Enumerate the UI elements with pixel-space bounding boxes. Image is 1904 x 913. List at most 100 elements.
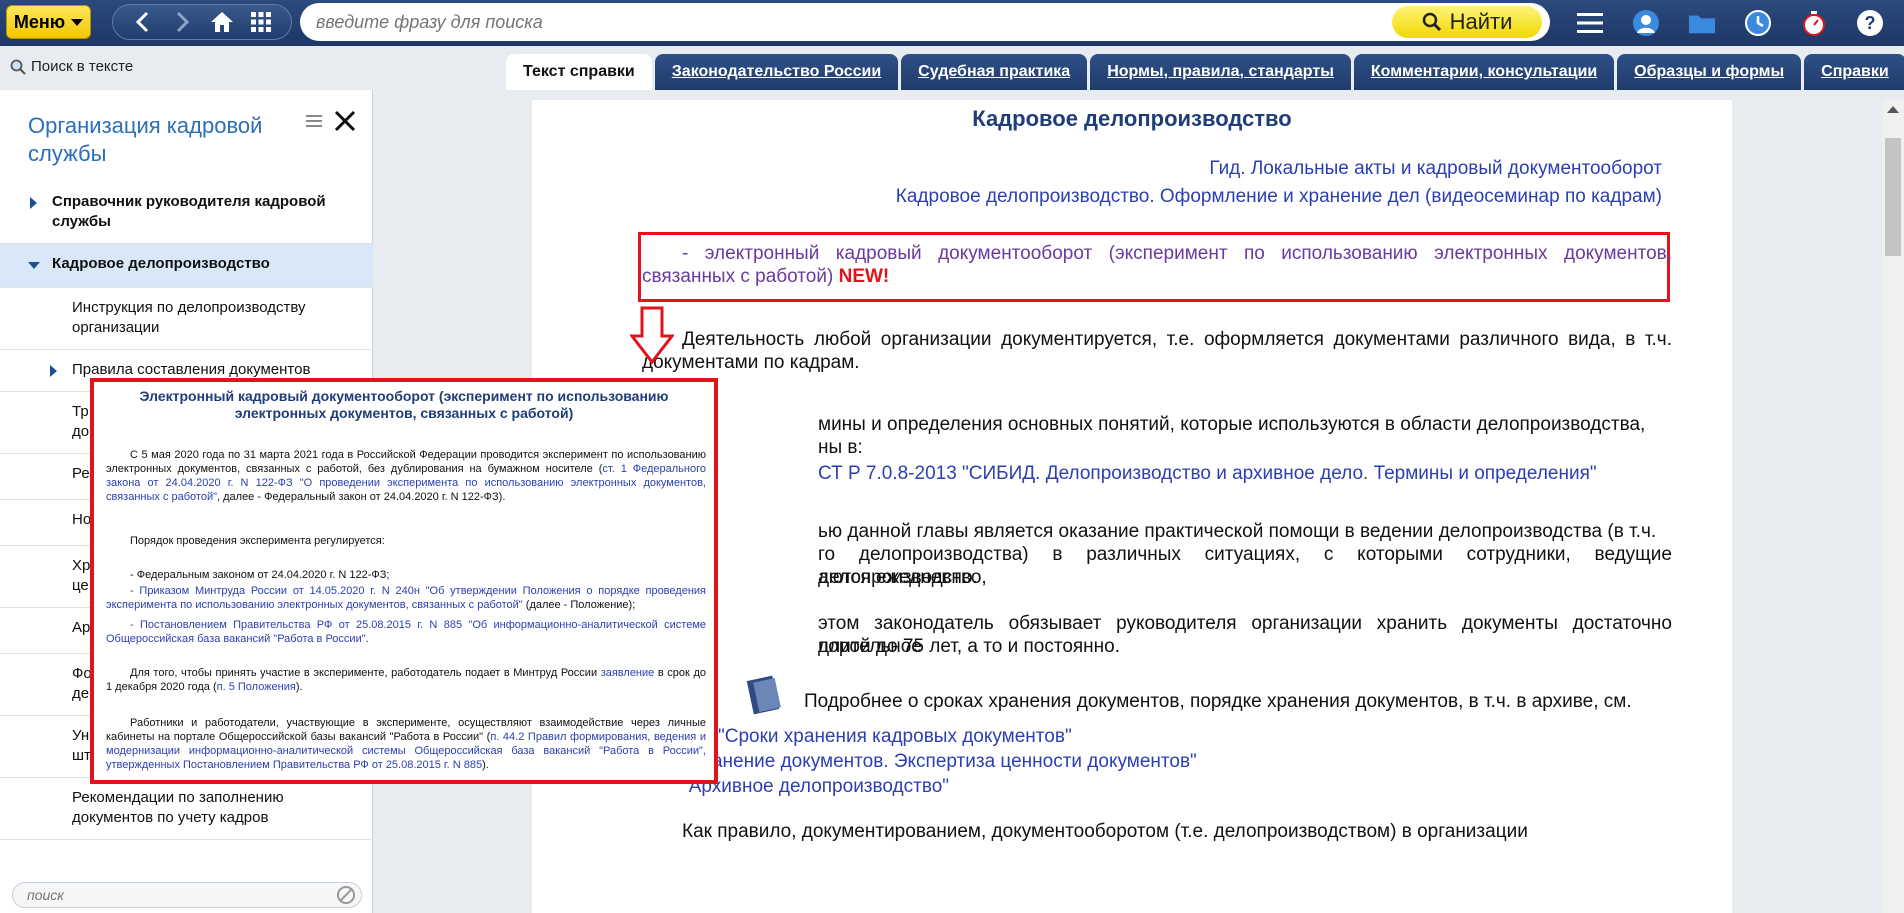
sidebar-item-label: де [72, 685, 90, 702]
link-storage[interactable]: "Хранение документов. Экспертиза ценност… [682, 750, 1382, 773]
tab-references[interactable]: Справки [1804, 54, 1904, 90]
document-title: Кадровое делопроизводство [972, 106, 1292, 131]
sidebar-item-label: Фо [72, 665, 92, 682]
paragraph-2a: мины и определения основных понятий, кот… [818, 414, 1646, 435]
scrollbar[interactable] [1882, 100, 1904, 913]
popup-title: Электронный кадровый документооборот (эк… [139, 388, 669, 421]
link-storage-terms[interactable]: "Сроки хранения кадровых документов" [718, 725, 1418, 748]
sidebar-search-input[interactable] [27, 885, 327, 905]
hamburger-icon[interactable] [1576, 9, 1604, 37]
sidebar-item-label: Правила составления документов [72, 361, 311, 378]
forward-icon[interactable] [166, 6, 198, 38]
folder-icon[interactable] [1688, 9, 1716, 37]
menu-button-label: Меню [13, 11, 66, 32]
search-input[interactable] [316, 3, 1386, 41]
sidebar-item-hr-records[interactable]: Кадровое делопроизводство [0, 244, 373, 288]
popup-paragraph-3: Для того, чтобы принять участие в экспер… [106, 666, 706, 694]
tab-bar: Текст справки Законодательство России Су… [506, 54, 1904, 90]
search-in-text-label: Поиск в тексте [31, 58, 134, 75]
popup-text: . [365, 633, 369, 645]
chevron-down-icon [28, 262, 40, 269]
popup-text: Для того, чтобы принять участие в экспер… [130, 667, 601, 679]
link-seminar[interactable]: Кадровое делопроизводство. Оформление и … [896, 186, 1662, 208]
sidebar-item-label: Но [72, 511, 92, 528]
sidebar-item-label: Ре [72, 465, 90, 482]
popup-paragraph-2: Порядок проведения эксперимента регулиру… [130, 535, 385, 547]
clear-icon[interactable] [337, 886, 355, 904]
paragraph-5: Подробнее о сроках хранения документов, … [804, 691, 1632, 712]
sidebar-item-recommendations[interactable]: Рекомендации по заполнению документов по… [0, 778, 373, 840]
home-icon[interactable] [206, 6, 238, 38]
popup-link-fz[interactable]: - Федеральным законом от 24.04.2020 г. N… [106, 568, 706, 582]
highlight-paragraph: - электронный кадровый документооборот (… [642, 242, 1672, 288]
sidebar-title: Организация кадровой службы [28, 113, 263, 166]
arrow-down-icon [630, 306, 674, 364]
search-icon [1422, 12, 1441, 32]
svg-text:?: ? [1865, 13, 1876, 33]
sidebar-item-label: Инструкция по делопроизводству организац… [72, 299, 306, 336]
link-guide[interactable]: Гид. Локальные акты и кадровый документо… [1209, 158, 1662, 180]
back-icon[interactable] [127, 6, 159, 38]
tab-forms[interactable]: Образцы и формы [1617, 54, 1802, 90]
new-badge: NEW! [838, 266, 890, 287]
sidebar-item-handbook[interactable]: Справочник руководителя кадровой службы [0, 182, 373, 244]
sidebar-search [12, 882, 362, 908]
tab-comments[interactable]: Комментарии, консультации [1353, 54, 1615, 90]
popup-link-clause5[interactable]: п. 5 Положения [217, 681, 296, 693]
sidebar-item-label: Хр [72, 557, 91, 574]
search-in-text-button[interactable]: Поиск в тексте [10, 58, 133, 75]
top-toolbar: Меню Найти [0, 0, 1904, 46]
stopwatch-icon[interactable] [1800, 9, 1828, 37]
link-gost[interactable]: СТ Р 7.0.8-2013 "СИБИД. Делопроизводство… [818, 462, 1672, 485]
list-icon[interactable] [306, 112, 322, 135]
paragraph-3c: аются ежедневно. [818, 567, 978, 588]
popup-text: ). [295, 681, 303, 693]
paragraph-6: Как правило, документированием, документ… [682, 821, 1528, 842]
toolbar-icons: ? [1570, 0, 1904, 46]
popup-paragraph-1: С 5 мая 2020 года по 31 марта 2021 года … [106, 448, 706, 504]
link-archive[interactable]: "Архивное делопроизводство" [682, 775, 1382, 798]
link-electronic-docflow[interactable]: электронный кадровый документооборот (эк… [642, 243, 1672, 287]
sidebar-item-label: Рекомендации по заполнению документов по… [72, 789, 284, 826]
book-icon [746, 672, 786, 716]
sidebar-item-instruction[interactable]: Инструкция по делопроизводству организац… [0, 288, 373, 350]
chevron-right-icon [30, 197, 37, 209]
scroll-up-icon[interactable] [1887, 106, 1899, 113]
popup-link-decree[interactable]: - Постановлением Правительства РФ от 25.… [106, 619, 706, 645]
sidebar-item-label: шт [72, 747, 91, 764]
popup-text: , далее - Федеральный закон от 24.04.202… [217, 491, 506, 503]
chevron-right-icon [50, 365, 57, 377]
paragraph-4b: порой до 75 лет, а то и постоянно. [818, 636, 1121, 657]
dash: - [682, 243, 705, 264]
sidebar-item-label: до [72, 423, 90, 440]
paragraph-2b: ны в: [818, 437, 863, 458]
find-button[interactable]: Найти [1392, 6, 1542, 38]
grid-icon[interactable] [245, 6, 277, 38]
menu-button[interactable]: Меню [6, 5, 91, 39]
popup-text: (далее - Положение); [522, 599, 636, 611]
popup-text: ). [482, 759, 489, 771]
tab-legislation[interactable]: Законодательство России [654, 54, 899, 90]
sidebar-item-label: Ун [72, 727, 90, 744]
secondary-toolbar: Поиск в тексте Текст справки Законодател… [0, 46, 1904, 90]
popup-paragraph-l3: - Постановлением Правительства РФ от 25.… [106, 618, 706, 646]
tab-standards[interactable]: Нормы, правила, стандарты [1090, 54, 1351, 90]
nav-group [112, 4, 292, 40]
sidebar-item-label: Кадровое делопроизводство [52, 255, 270, 272]
close-icon[interactable] [334, 106, 356, 140]
paragraph-3a: ью данной главы является оказание практи… [818, 521, 1657, 542]
sidebar-item-label: це [72, 577, 89, 594]
find-button-label: Найти [1449, 9, 1513, 34]
clock-icon[interactable] [1744, 9, 1772, 37]
scroll-thumb[interactable] [1885, 138, 1901, 256]
paragraph-1: Деятельность любой организации документи… [642, 329, 1672, 373]
main-search: Найти [300, 3, 1550, 41]
popup-link-application[interactable]: заявление [601, 667, 655, 679]
help-icon[interactable]: ? [1856, 9, 1884, 37]
popup-paragraph-l2: - Приказом Минтруда России от 14.05.2020… [106, 584, 706, 612]
sidebar-item-label: Справочник руководителя кадровой службы [52, 193, 326, 230]
user-icon[interactable] [1632, 9, 1660, 37]
tab-court-practice[interactable]: Судебная практика [901, 54, 1088, 90]
sidebar-item-label: Тр [72, 403, 89, 420]
tab-help-text[interactable]: Текст справки [506, 54, 652, 90]
